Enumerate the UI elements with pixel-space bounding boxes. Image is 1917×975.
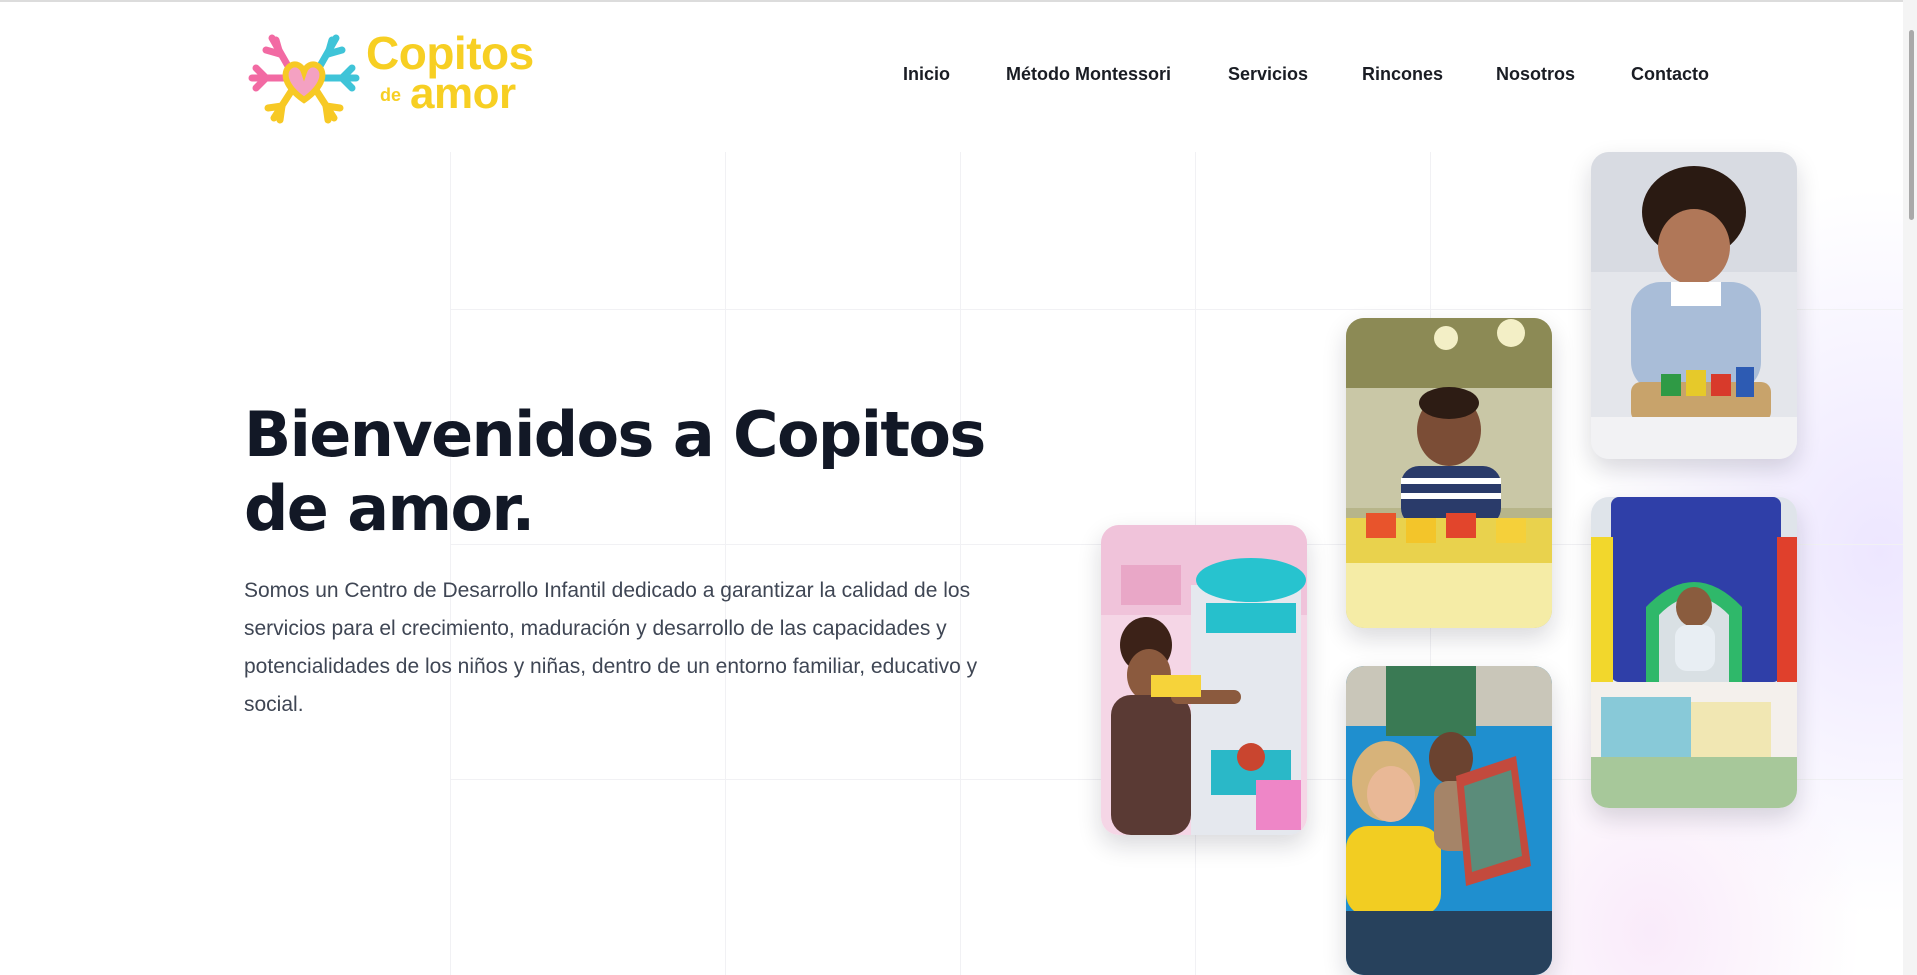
page-scrollbar[interactable] bbox=[1903, 0, 1917, 975]
toddler-stacking-toy-photo-icon bbox=[1591, 152, 1797, 459]
photo-teacher-reading bbox=[1346, 666, 1552, 975]
photo-child-tunnel bbox=[1591, 497, 1797, 808]
hero-description: Somos un Centro de Desarrollo Infantil d… bbox=[244, 579, 978, 716]
nav-link-rincones[interactable]: Rincones bbox=[1362, 64, 1443, 85]
nav-link-inicio[interactable]: Inicio bbox=[903, 64, 950, 85]
scrollbar-thumb[interactable] bbox=[1909, 30, 1914, 220]
baby-playing-blocks-photo-icon bbox=[1346, 318, 1552, 628]
teacher-reading-to-child-photo-icon bbox=[1346, 666, 1552, 975]
brand-name-line2: amor bbox=[410, 69, 516, 118]
photo-toddler-stacking bbox=[1591, 152, 1797, 459]
child-crawling-play-tunnel-photo-icon bbox=[1591, 497, 1797, 808]
nav-link-nosotros[interactable]: Nosotros bbox=[1496, 64, 1575, 85]
nav-link-metodo-montessori[interactable]: Método Montessori bbox=[1006, 64, 1171, 85]
snowflake-heart-icon bbox=[248, 34, 360, 124]
photo-baby-blocks bbox=[1346, 318, 1552, 628]
child-playing-toy-kitchen-photo-icon bbox=[1101, 525, 1307, 835]
nav-link-contacto[interactable]: Contacto bbox=[1631, 64, 1709, 85]
brand-name-small: de bbox=[380, 85, 402, 105]
browser-top-border bbox=[0, 0, 1917, 2]
photo-child-toy-kitchen bbox=[1101, 525, 1307, 835]
nav-link-servicios[interactable]: Servicios bbox=[1228, 64, 1308, 85]
hero-title: Bienvenidos a Copitos de amor. bbox=[244, 398, 986, 545]
brand-logo[interactable]: Copitos de amor bbox=[244, 28, 548, 124]
